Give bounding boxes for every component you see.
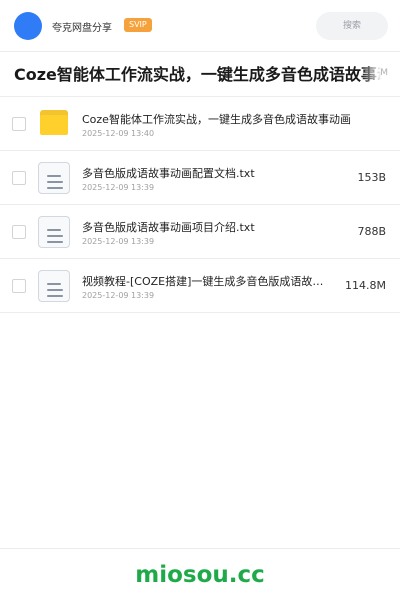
file-name: 视频教程-[COZE搭建]一键生成多音色版成语故事动画 bbox=[82, 275, 332, 288]
list-item[interactable]: Coze智能体工作流实战，一键生成多音色成语故事动画 2025-12-09 13… bbox=[0, 97, 400, 151]
file-name: 多音色版成语故事动画项目介绍.txt bbox=[82, 221, 255, 234]
user-name: 夸克网盘分享 bbox=[52, 23, 112, 34]
file-name: Coze智能体工作流实战，一键生成多音色成语故事动画 bbox=[82, 113, 351, 126]
checkbox[interactable] bbox=[12, 117, 26, 131]
file-size: 114.8M bbox=[345, 279, 386, 292]
checkbox[interactable] bbox=[12, 225, 26, 239]
list-item[interactable]: 视频教程-[COZE搭建]一键生成多音色版成语故事动画 2025-12-09 1… bbox=[0, 259, 400, 313]
page-title: Coze智能体工作流实战，一键生成多音色成语故事动画 bbox=[14, 65, 386, 84]
file-name: 多音色版成语故事动画配置文档.txt bbox=[82, 167, 255, 180]
svip-badge: SVIP bbox=[124, 18, 152, 32]
file-list: Coze智能体工作流实战，一键生成多音色成语故事动画 2025-12-09 13… bbox=[0, 97, 400, 313]
watermark: miosou.cc bbox=[135, 562, 265, 588]
divider bbox=[0, 548, 400, 549]
checkbox[interactable] bbox=[12, 279, 26, 293]
file-date: 2025-12-09 13:39 bbox=[82, 237, 155, 246]
list-item[interactable]: 多音色版成语故事动画项目介绍.txt 2025-12-09 13:39 788B bbox=[0, 205, 400, 259]
file-date: 2025-12-09 13:40 bbox=[82, 129, 155, 138]
file-date: 2025-12-09 13:39 bbox=[82, 291, 155, 300]
document-icon bbox=[38, 216, 70, 248]
document-icon bbox=[38, 162, 70, 194]
checkbox[interactable] bbox=[12, 171, 26, 185]
file-size: 788B bbox=[357, 225, 386, 238]
more-icon[interactable]: M bbox=[380, 68, 388, 78]
folder-icon bbox=[38, 108, 70, 140]
search-input[interactable]: 搜索 bbox=[316, 12, 388, 40]
avatar[interactable] bbox=[14, 12, 42, 40]
header: 夸克网盘分享 SVIP 搜索 bbox=[0, 0, 400, 52]
file-date: 2025-12-09 13:39 bbox=[82, 183, 155, 192]
video-file-icon bbox=[38, 270, 70, 302]
file-size: 153B bbox=[357, 171, 386, 184]
list-item[interactable]: 多音色版成语故事动画配置文档.txt 2025-12-09 13:39 153B bbox=[0, 151, 400, 205]
